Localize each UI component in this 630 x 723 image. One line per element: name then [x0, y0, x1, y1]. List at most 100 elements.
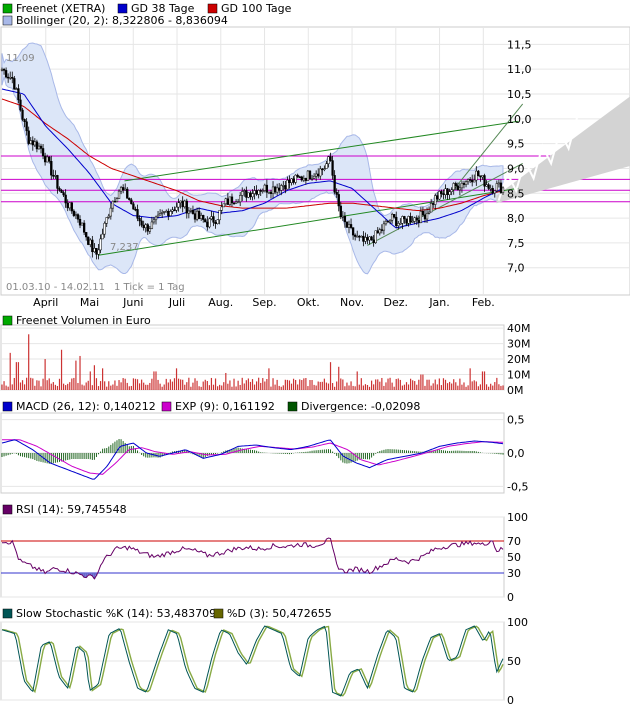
volume-bar	[153, 371, 155, 390]
volume-bar	[192, 382, 194, 390]
candle-body	[481, 175, 484, 178]
volume-bar	[278, 385, 280, 390]
volume-bar	[247, 378, 249, 390]
volume-bar	[235, 386, 237, 390]
candle-body	[93, 247, 96, 253]
candle-body	[17, 88, 20, 101]
price-legend-label: GD 100 Tage	[221, 2, 292, 15]
price-x-tick-label: Mai	[80, 296, 99, 309]
volume-bar	[11, 384, 13, 390]
candle-body	[115, 198, 119, 202]
volume-bar	[301, 380, 303, 390]
candle-body	[29, 140, 32, 144]
candle-body	[343, 216, 347, 223]
candle-body	[111, 200, 115, 209]
candle-body	[450, 189, 453, 192]
volume-bar	[420, 374, 422, 390]
stochastic-y-tick-labels: 100 50 0	[507, 616, 528, 707]
volume-bar	[440, 385, 443, 390]
candle-body	[140, 220, 143, 226]
candle-body	[473, 179, 476, 183]
volume-bar	[315, 385, 317, 390]
candle-body	[0, 69, 4, 71]
volume-bar	[391, 382, 393, 390]
candle-body	[202, 215, 205, 220]
volume-bar	[436, 384, 438, 390]
candle-body	[239, 195, 242, 203]
candle-body	[103, 222, 106, 235]
candle-body	[189, 210, 193, 212]
volume-bar	[21, 380, 24, 390]
candle-body	[429, 203, 433, 213]
volume-bar	[488, 386, 490, 390]
candle-body	[267, 191, 271, 194]
price-x-tick-label: Feb.	[472, 296, 495, 309]
volume-bar	[280, 386, 282, 390]
candle-body	[144, 224, 147, 229]
candle-body	[466, 179, 470, 183]
candle-body	[185, 200, 188, 214]
candle-body	[173, 209, 176, 212]
volume-bar	[438, 378, 440, 390]
volume-bar	[494, 382, 496, 390]
volume-bar	[352, 385, 354, 390]
candle-body	[41, 148, 45, 157]
volume-bar	[124, 378, 126, 390]
stochastic-legend: Slow Stochastic %K (14): 53,483709 %D (3)…	[2, 607, 332, 620]
candle-body	[497, 182, 501, 185]
volume-bar	[340, 378, 342, 390]
candle-body	[452, 183, 455, 191]
candle-body	[169, 211, 172, 217]
price-panel: 11,5 11,0 10,5 10,0 9,5 9,0 8,5 8,0 7,5 7,0 April…	[0, 2, 630, 309]
volume-bar	[173, 378, 176, 390]
candle-body	[23, 119, 26, 122]
candle-body	[130, 199, 133, 205]
candle-body	[354, 234, 357, 237]
price-y-tick-label: 8,5	[507, 187, 525, 200]
candle-body	[214, 222, 217, 225]
price-x-tick-labels: April Mai Juni Juli Aug. Sep. Okt. Nov. Dez. Jan.…	[33, 296, 495, 309]
macd-legend-swatch	[161, 401, 172, 412]
volume-bar	[231, 386, 233, 390]
candle-body	[390, 214, 394, 221]
price-y-tick-label: 8,0	[507, 212, 525, 225]
volume-bar	[469, 368, 471, 390]
volume-bar	[116, 385, 118, 390]
volume-bar	[360, 378, 362, 390]
candle-body	[349, 224, 353, 228]
volume-y-tick-labels: 40M 30M 20M 10M 0M	[507, 322, 531, 397]
volume-bar	[498, 384, 500, 390]
candle-body	[68, 202, 71, 209]
candle-body	[347, 224, 351, 228]
volume-bar	[346, 382, 348, 390]
volume-bar	[9, 352, 11, 390]
price-y-tick-label: 11,5	[507, 38, 532, 51]
low-annotation: 7,237	[110, 242, 139, 253]
candle-body	[436, 195, 439, 200]
price-y-tick-label: 11,0	[507, 63, 532, 76]
volume-bar	[412, 380, 414, 390]
rsi-legend: RSI (14): 59,745548	[2, 503, 127, 516]
candle-body	[376, 230, 379, 234]
volume-bar	[251, 379, 254, 390]
candle-body	[167, 210, 170, 217]
candle-body	[187, 210, 190, 214]
volume-bar	[249, 381, 252, 390]
candle-body	[499, 182, 503, 193]
volume-bar	[426, 379, 428, 390]
volume-bar	[19, 382, 22, 390]
volume-bar	[424, 385, 426, 390]
volume-bar	[241, 377, 243, 390]
price-legend-label: Bollinger (20, 2): 8,322806 - 8,836094	[16, 14, 228, 27]
volume-bar	[297, 384, 299, 390]
candle-body	[282, 185, 285, 187]
candle-body	[288, 179, 291, 183]
candle-body	[216, 219, 219, 225]
volume-bar	[97, 386, 100, 390]
volume-bar	[65, 385, 67, 390]
candle-body	[152, 219, 156, 223]
candle-body	[236, 201, 240, 204]
candle-body	[397, 223, 400, 226]
candle-body	[74, 214, 78, 216]
candle-body	[251, 193, 254, 198]
